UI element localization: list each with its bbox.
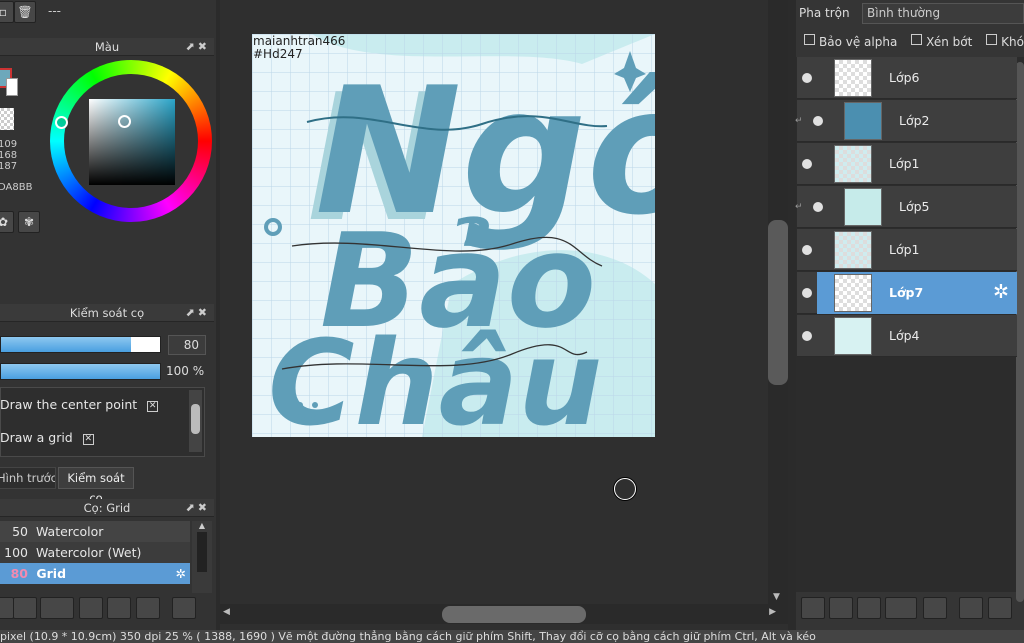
layer-row[interactable]: Lớp6 <box>797 57 1017 99</box>
clip-arrow-icon: ↵ <box>795 202 803 212</box>
layer-row[interactable]: Lớp4 <box>797 315 1017 357</box>
folder-icon[interactable] <box>107 597 131 619</box>
layer-thumbnail <box>834 59 872 97</box>
blend-mode-label: Pha trộn <box>799 6 850 20</box>
top-text: --- <box>48 4 61 18</box>
vertical-scrollbar[interactable]: ▼ <box>768 0 788 610</box>
trash-icon[interactable]: 🗑 <box>14 1 36 23</box>
eye-icon[interactable] <box>802 73 812 83</box>
transparent-swatch[interactable] <box>0 108 14 130</box>
eye-icon[interactable] <box>813 202 823 212</box>
lock-checkbox[interactable] <box>986 34 998 45</box>
layer-thumbnail <box>844 188 882 226</box>
palette-settings-icon[interactable]: ✾ <box>18 211 40 233</box>
panel-controls-icon[interactable]: ⬈✖ <box>186 499 210 517</box>
artwork-canvas[interactable]: N Ngô Bảo Châu maianhtran466 #Hd247 <box>252 34 655 437</box>
eye-icon[interactable] <box>813 116 823 126</box>
add-layer-dropdown-icon[interactable] <box>885 597 917 619</box>
left-panel: ▫ 🗑 --- Màu ⬈✖ 109 168 187 DA8BB ✿ ✾ Kiể… <box>0 0 216 630</box>
layer-thumbnail <box>834 317 872 355</box>
layer-thumbnail <box>834 231 872 269</box>
panel-controls-icon[interactable]: ⬈✖ <box>186 38 210 56</box>
new-layer-type-icon[interactable] <box>829 597 853 619</box>
brush-opacity-slider[interactable] <box>0 363 161 380</box>
option-draw-grid[interactable]: Draw a grid ✕ <box>0 430 94 445</box>
eye-icon[interactable] <box>802 331 812 341</box>
brush-tool-icon[interactable] <box>0 597 14 619</box>
art-word-3: Châu <box>268 314 602 437</box>
layer-thumbnail <box>844 102 882 140</box>
panel-controls-icon[interactable]: ⬈✖ <box>186 304 210 322</box>
add-brush-dropdown-icon[interactable] <box>40 597 74 619</box>
artwork-drawing: N Ngô Bảo Châu <box>252 34 655 437</box>
tab-brush-preview[interactable]: Hình trước cọ <box>0 467 56 489</box>
status-bar: pixel (10.9 * 10.9cm) 350 dpi 25 % ( 138… <box>0 630 1024 643</box>
brush-control-title: Kiểm soát cọ ⬈✖ <box>0 304 214 322</box>
copy-icon[interactable]: ▫ <box>0 1 14 23</box>
layer-thumbnail <box>834 145 872 183</box>
layer-options: Bảo vệ alpha Xén bớt Khóa <box>804 34 1024 49</box>
brush-size-slider[interactable] <box>0 336 161 353</box>
layer-list-scrollbar[interactable] <box>1016 62 1024 602</box>
brush-panel-title: Cọ: Grid ⬈✖ <box>0 499 214 517</box>
trash-icon[interactable] <box>172 597 196 619</box>
brush-item-selected[interactable]: 80 Grid ✲ <box>0 563 190 584</box>
rgb-readout: 109 168 187 <box>0 139 18 172</box>
brush-item[interactable]: 50 Watercolor <box>0 521 190 542</box>
checkbox-icon[interactable]: ✕ <box>147 401 159 412</box>
options-scrollbar[interactable] <box>189 390 202 452</box>
horizontal-scrollbar[interactable]: ◀ ▶ <box>220 604 788 624</box>
new-layer-icon[interactable] <box>801 597 825 619</box>
blend-mode-select[interactable]: Bình thường <box>862 3 1024 24</box>
layer-row[interactable]: Lớp1 <box>797 229 1017 271</box>
tab-brush-control[interactable]: Kiểm soát cọ <box>58 467 134 505</box>
layer-thumbnail <box>834 274 872 312</box>
brush-item[interactable]: 100 Watercolor (Wet) <box>0 542 190 563</box>
layer-row[interactable]: Lớp1 <box>797 143 1017 185</box>
import-layer-icon[interactable] <box>857 597 881 619</box>
layer-row-selected[interactable]: Lớp7 ✲ <box>797 272 1017 314</box>
new-brush-icon[interactable] <box>13 597 37 619</box>
saturation-value-square[interactable] <box>89 99 175 185</box>
sv-cursor[interactable] <box>118 115 131 128</box>
duplicate-layer-icon[interactable] <box>959 597 983 619</box>
eye-icon[interactable] <box>802 159 812 169</box>
gear-icon[interactable]: ✲ <box>993 281 1009 303</box>
clip-arrow-icon: ↵ <box>795 116 803 126</box>
hex-readout: DA8BB <box>0 182 33 193</box>
brush-settings-icon[interactable] <box>79 597 103 619</box>
brush-opacity-value: 100 % <box>166 364 205 378</box>
gear-icon[interactable]: ✲ <box>176 563 186 584</box>
brush-size-value[interactable]: 80 <box>168 335 206 355</box>
brush-cursor <box>614 478 636 500</box>
merge-layer-icon[interactable] <box>988 597 1012 619</box>
color-panel-title: Màu ⬈✖ <box>0 38 214 56</box>
background-color-swatch[interactable] <box>6 78 18 96</box>
layer-row[interactable]: ↵ Lớp2 <box>795 100 1017 142</box>
eye-icon[interactable] <box>802 288 812 298</box>
artwork-signature: maianhtran466 #Hd247 <box>253 34 346 61</box>
folder-icon[interactable] <box>923 597 947 619</box>
protect-alpha-checkbox[interactable] <box>804 34 815 45</box>
duplicate-icon[interactable] <box>136 597 160 619</box>
palette-icon[interactable]: ✿ <box>0 211 14 233</box>
layer-row[interactable]: ↵ Lớp5 <box>795 186 1017 228</box>
checkbox-icon[interactable]: ✕ <box>82 434 94 445</box>
brush-list-scrollbar[interactable]: ▲ <box>192 521 212 593</box>
eye-icon[interactable] <box>802 245 812 255</box>
hue-cursor[interactable] <box>55 116 68 129</box>
clipping-checkbox[interactable] <box>911 34 923 45</box>
option-draw-center[interactable]: Draw the center point ✕ <box>0 397 159 412</box>
